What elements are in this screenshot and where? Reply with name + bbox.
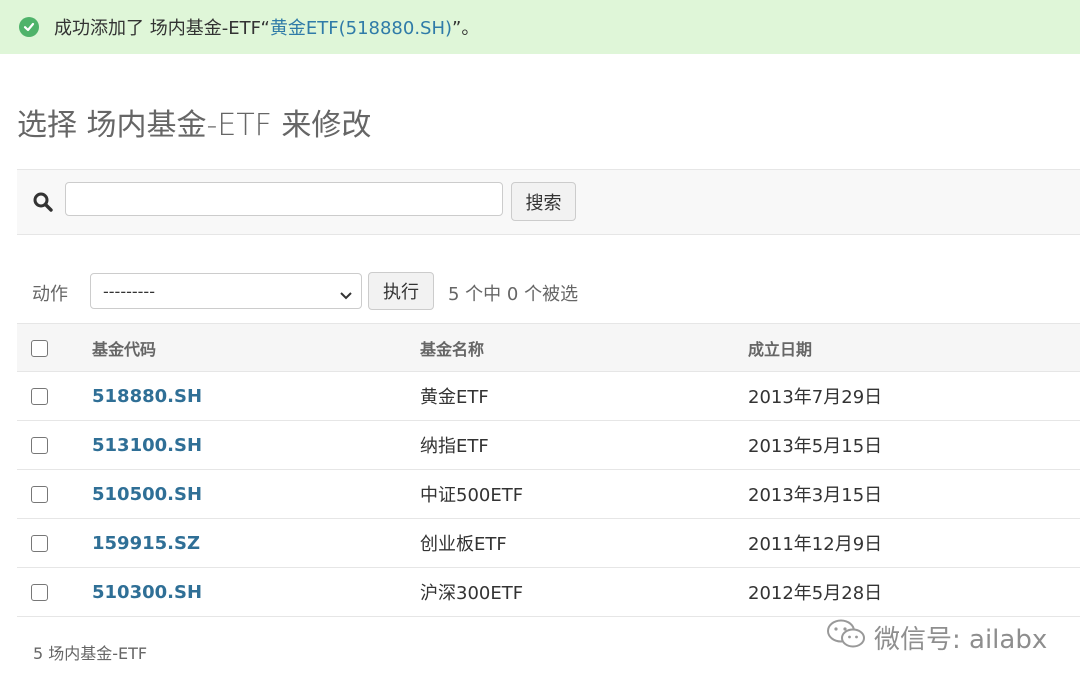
message-prefix: 成功添加了 场内基金-ETF“ [54,18,270,39]
table-row: 510300.SH 沪深300ETF 2012年5月28日 [17,567,1080,617]
message-link[interactable]: 黄金ETF(518880.SH) [270,14,452,40]
selection-counter: 5 个中 0 个被选 [448,284,579,305]
check-circle-icon [19,17,39,37]
search-icon [33,192,53,216]
fund-code-link[interactable]: 510500.SH [92,484,202,505]
fund-name-cell: 创业板ETF [420,518,748,568]
action-select-value: --------- [103,281,155,301]
column-header-name[interactable]: 基金名称 [420,323,748,372]
fund-code-link[interactable]: 510300.SH [92,582,202,603]
table-row: 513100.SH 纳指ETF 2013年5月15日 [17,420,1080,470]
fund-name-cell: 沪深300ETF [420,567,748,617]
fund-date-cell: 2012年5月28日 [748,567,1080,617]
chevron-down-icon [339,286,353,305]
row-checkbox[interactable] [31,486,48,503]
column-header-date[interactable]: 成立日期 [748,323,1080,372]
actions-bar: 动作 --------- 执行 5 个中 0 个被选 [17,268,1080,312]
table-header-row: 基金代码 基金名称 成立日期 [17,323,1080,372]
fund-name-cell: 中证500ETF [420,469,748,519]
fund-name-cell: 黄金ETF [420,371,748,421]
row-checkbox[interactable] [31,388,48,405]
success-message: 成功添加了 场内基金-ETF“ 黄金ETF(518880.SH)”。 [0,0,1080,54]
row-checkbox[interactable] [31,535,48,552]
fund-name-cell: 纳指ETF [420,420,748,470]
search-button[interactable]: 搜索 [511,182,576,221]
table-row: 510500.SH 中证500ETF 2013年3月15日 [17,469,1080,519]
paginator: 5 场内基金-ETF [33,644,148,663]
page-title: 选择 场内基金-ETF 来修改 [17,108,372,143]
message-suffix: ”。 [452,18,480,39]
table-row: 159915.SZ 创业板ETF 2011年12月9日 [17,518,1080,568]
search-toolbar: 搜索 [17,169,1080,235]
fund-date-cell: 2011年12月9日 [748,518,1080,568]
watermark: 微信号: ailabx [826,618,1047,657]
row-checkbox[interactable] [31,584,48,601]
fund-date-cell: 2013年3月15日 [748,469,1080,519]
fund-code-link[interactable]: 513100.SH [92,435,202,456]
table-row: 518880.SH 黄金ETF 2013年7月29日 [17,371,1080,421]
action-select[interactable]: --------- [90,273,362,309]
column-header-code[interactable]: 基金代码 [92,323,420,372]
wechat-icon [826,618,866,657]
search-input[interactable] [65,182,503,216]
run-action-button[interactable]: 执行 [368,272,434,310]
fund-code-link[interactable]: 159915.SZ [92,533,200,554]
fund-date-cell: 2013年7月29日 [748,371,1080,421]
row-checkbox[interactable] [31,437,48,454]
select-all-checkbox[interactable] [31,340,48,357]
action-label: 动作 [32,284,68,305]
fund-code-link[interactable]: 518880.SH [92,386,202,407]
watermark-text: 微信号: ailabx [874,625,1048,655]
results-table: 基金代码 基金名称 成立日期 518880.SH 黄金ETF 2013年7月29… [17,323,1080,617]
fund-date-cell: 2013年5月15日 [748,420,1080,470]
